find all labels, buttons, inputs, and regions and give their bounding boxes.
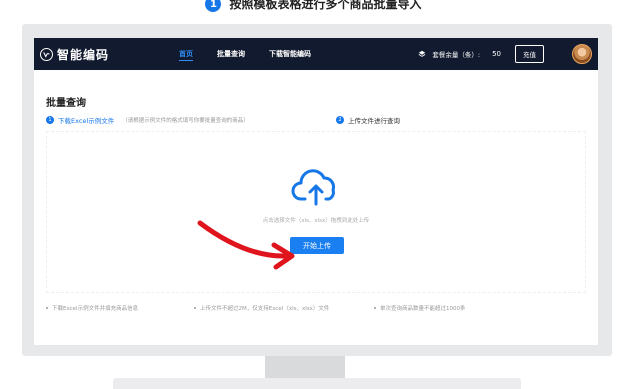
caption: 1 按照模板表格进行多个商品批量导入 xyxy=(0,0,627,14)
nav-link-download-codes[interactable]: 下载智能编码 xyxy=(257,38,323,70)
logo-text: 智能编码 xyxy=(57,47,110,62)
recharge-button[interactable]: 充值 xyxy=(515,45,544,63)
nav-right: 套餐余量（条）: 50 充值 xyxy=(418,44,592,64)
notes: 下载Excel示例文件并填充商品信息 上传文件不超过2M，仅支持Excel（xl… xyxy=(46,304,586,312)
page-title: 批量查询 xyxy=(46,98,86,109)
avatar[interactable] xyxy=(572,44,592,64)
logo[interactable]: 智能编码 xyxy=(40,46,109,63)
nav-link-batch-query[interactable]: 批量查询 xyxy=(205,38,257,70)
cloud-upload-icon[interactable] xyxy=(291,169,341,207)
download-excel-link[interactable]: 下载Excel示例文件 xyxy=(58,115,114,125)
note-item: 单次查询商品数量不能超过1000条 xyxy=(374,304,466,312)
upload-drop-zone[interactable] xyxy=(46,131,586,293)
caption-text: 按照模板表格进行多个商品批量导入 xyxy=(229,0,422,11)
layers-icon xyxy=(418,50,426,57)
nav-links: 首页 批量查询 下载智能编码 xyxy=(167,38,323,70)
step2-label: 上传文件进行查询 xyxy=(348,117,400,125)
caption-number: 1 xyxy=(205,0,222,12)
red-arrow-icon xyxy=(197,220,295,270)
top-nav: 智能编码 首页 批量查询 下载智能编码 套餐余量（条）: 50 充值 xyxy=(34,38,598,70)
quota-label: 套餐余量（条）: xyxy=(432,51,481,59)
stage: 1 按照模板表格进行多个商品批量导入 智能编码 首页 批量查询 下载智能编码 套… xyxy=(0,0,627,389)
note-text: 下载Excel示例文件并填充商品信息 xyxy=(52,306,139,312)
note-text: 单次查询商品数量不能超过1000条 xyxy=(380,306,466,312)
quota-value: 50 xyxy=(492,50,501,58)
step2: 2 上传文件进行查询 xyxy=(336,115,400,125)
step1-hint: （请根据示例文件的格式填写你要批量查询的商品） xyxy=(122,118,249,124)
note-item: 上传文件不超过2M，仅支持Excel（xls、xlsx）文件 xyxy=(194,304,364,312)
upload-hint: 点击选择文件（xls、xlsx）拖拽到此处上传 xyxy=(262,218,370,224)
bullet-icon xyxy=(374,307,376,309)
steps: 1 下载Excel示例文件 （请根据示例文件的格式填写你要批量查询的商品） 2 … xyxy=(46,115,586,125)
nav-link-home[interactable]: 首页 xyxy=(167,38,205,70)
logo-icon xyxy=(40,47,53,61)
bullet-icon xyxy=(46,307,48,309)
step2-number: 2 xyxy=(336,116,344,124)
note-text: 上传文件不超过2M，仅支持Excel（xls、xlsx）文件 xyxy=(200,306,330,312)
monitor-stand xyxy=(265,356,345,378)
app-screen: 智能编码 首页 批量查询 下载智能编码 套餐余量（条）: 50 充值 批量查询 … xyxy=(34,38,598,345)
step1-number: 1 xyxy=(46,116,54,124)
monitor-base xyxy=(113,378,521,389)
note-item: 下载Excel示例文件并填充商品信息 xyxy=(46,304,184,312)
bullet-icon xyxy=(194,307,196,309)
